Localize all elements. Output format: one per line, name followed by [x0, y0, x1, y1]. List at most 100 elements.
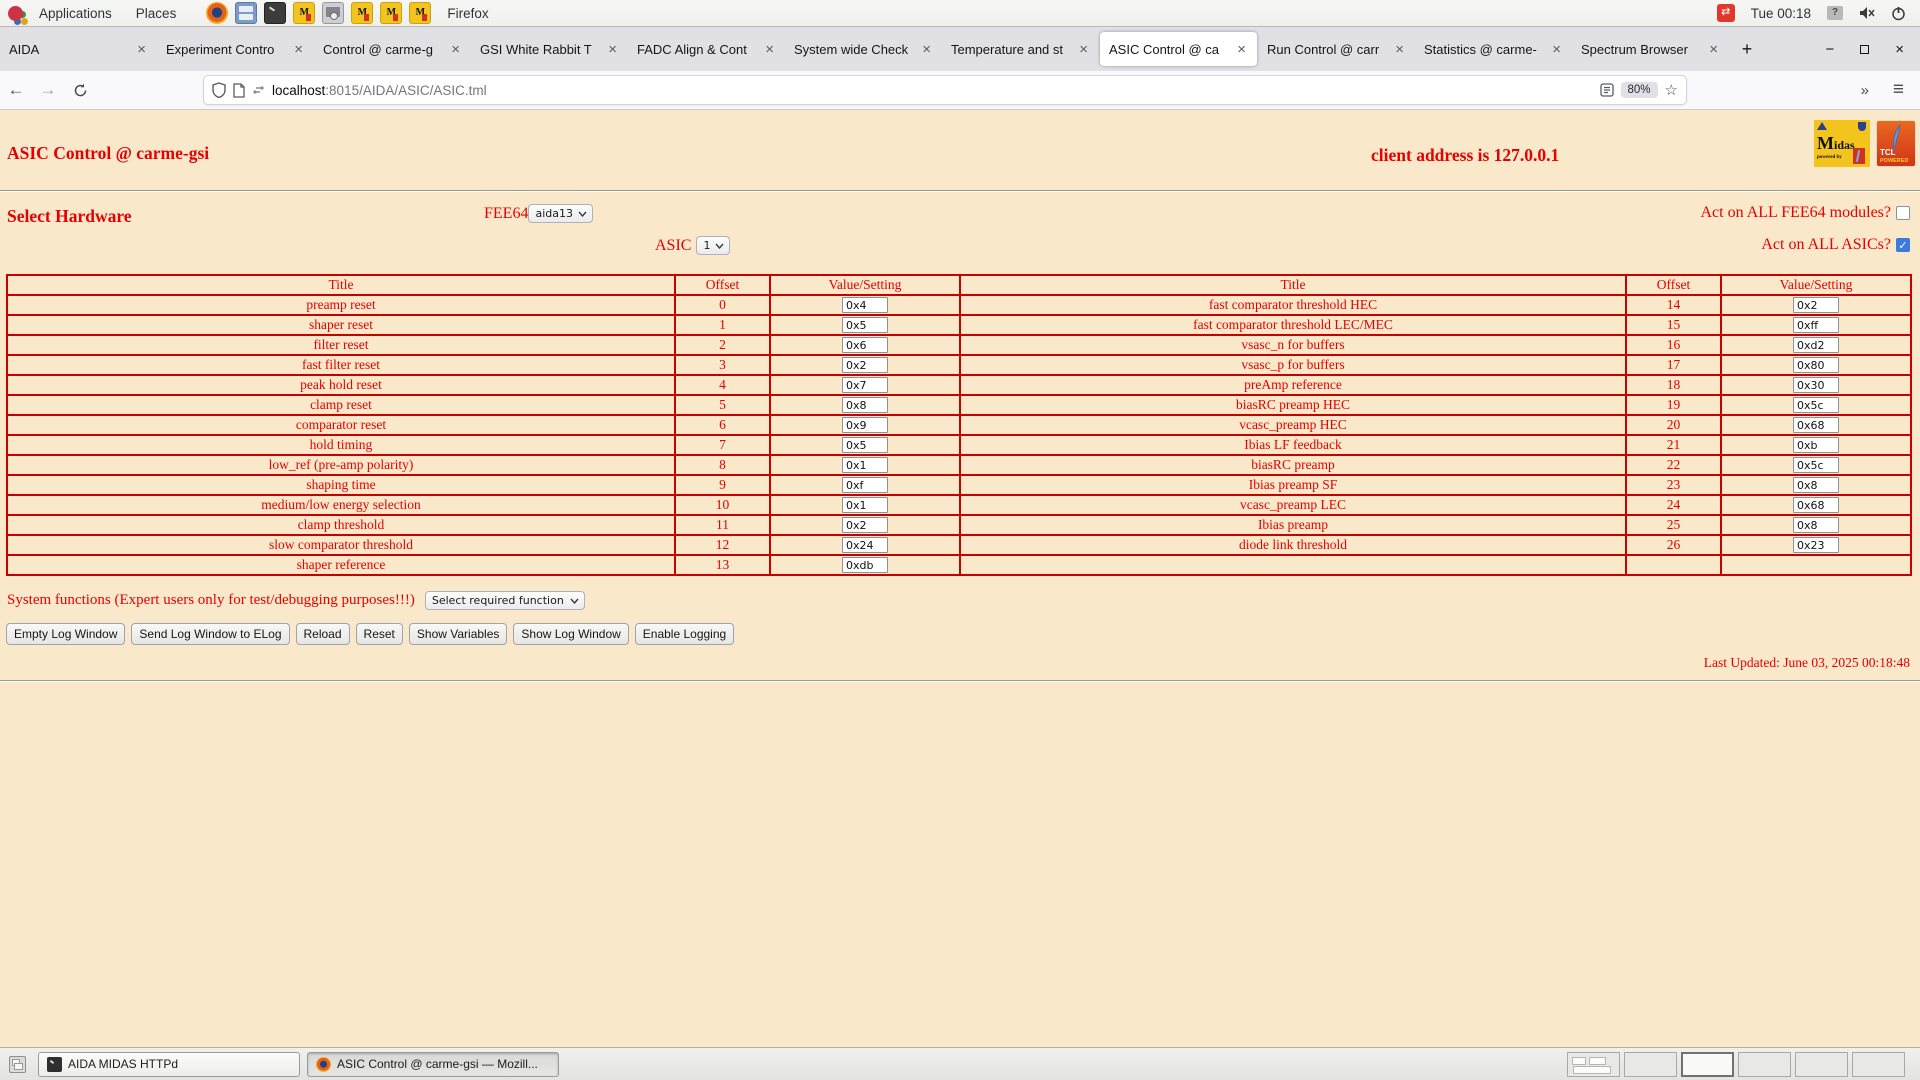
reader-view-icon[interactable] — [1600, 83, 1614, 97]
tab-asic-control-active[interactable]: ASIC Control @ ca × — [1100, 32, 1257, 66]
param-value-input[interactable] — [1793, 437, 1839, 453]
reload-page-button[interactable]: Reload — [296, 623, 350, 645]
clock[interactable]: Tue 00:18 — [1751, 6, 1811, 21]
taskbar-window-aida-midas-httpd[interactable]: AIDA MIDAS HTTPd — [38, 1052, 300, 1077]
workspace-3-current[interactable] — [1681, 1052, 1734, 1077]
workspace-1[interactable] — [1567, 1052, 1620, 1077]
asic-select[interactable]: 1 — [696, 236, 730, 255]
tab-gsi-white-rabbit[interactable]: GSI White Rabbit T × — [471, 27, 628, 71]
file-manager-launcher-icon[interactable] — [235, 2, 257, 24]
places-menu[interactable]: Places — [128, 6, 185, 21]
tab-control[interactable]: Control @ carme-g × — [314, 27, 471, 71]
tab-close-icon[interactable]: × — [1235, 41, 1248, 58]
param-value-input[interactable] — [1793, 457, 1839, 473]
act-on-all-fee64-checkbox[interactable] — [1896, 206, 1910, 220]
param-value-input[interactable] — [842, 517, 888, 533]
param-value-input[interactable] — [1793, 377, 1839, 393]
param-value-input[interactable] — [842, 337, 888, 353]
show-desktop-icon[interactable] — [9, 1056, 26, 1073]
taskbar-window-firefox[interactable]: ASIC Control @ carme-gsi — Mozill... — [307, 1052, 559, 1077]
param-value-input[interactable] — [842, 457, 888, 473]
site-permissions-icon[interactable] — [252, 84, 265, 96]
url-text[interactable]: localhost:8015/AIDA/ASIC/ASIC.tml — [272, 83, 1593, 98]
tab-close-icon[interactable]: × — [449, 41, 462, 58]
tab-fadc-align[interactable]: FADC Align & Cont × — [628, 27, 785, 71]
param-value-input[interactable] — [842, 377, 888, 393]
zoom-level-badge[interactable]: 80% — [1621, 82, 1658, 98]
tab-aida[interactable]: AIDA × — [0, 27, 157, 71]
tab-close-icon[interactable]: × — [1077, 41, 1090, 58]
param-value-input[interactable] — [842, 317, 888, 333]
enable-logging-button[interactable]: Enable Logging — [635, 623, 734, 645]
tab-system-wide-checks[interactable]: System wide Check × — [785, 27, 942, 71]
page-info-icon[interactable] — [233, 83, 245, 98]
forward-button[interactable]: → — [32, 80, 64, 100]
param-value-input[interactable] — [842, 397, 888, 413]
input-method-icon[interactable]: ? — [1827, 6, 1843, 20]
param-value-input[interactable] — [842, 437, 888, 453]
app-menu-icon[interactable]: ≡ — [1893, 79, 1904, 101]
midas-launcher-icon[interactable]: M — [351, 2, 373, 24]
back-button[interactable]: ← — [0, 80, 32, 100]
tab-close-icon[interactable]: × — [763, 41, 776, 58]
window-minimize-button[interactable]: − — [1825, 42, 1834, 57]
tab-close-icon[interactable]: × — [1550, 41, 1563, 58]
param-value-input[interactable] — [1793, 517, 1839, 533]
workspace-5[interactable] — [1795, 1052, 1848, 1077]
firefox-launcher-icon[interactable] — [206, 2, 228, 24]
terminal-launcher-icon[interactable] — [264, 2, 286, 24]
workspace-2[interactable] — [1624, 1052, 1677, 1077]
param-value-input[interactable] — [842, 537, 888, 553]
param-value-input[interactable] — [1793, 357, 1839, 373]
tab-run-control[interactable]: Run Control @ carr × — [1258, 27, 1415, 71]
workspace-6[interactable] — [1852, 1052, 1905, 1077]
toolbar-overflow-icon[interactable]: » — [1861, 82, 1869, 99]
tab-close-icon[interactable]: × — [606, 41, 619, 58]
workspace-4[interactable] — [1738, 1052, 1791, 1077]
new-tab-button[interactable]: + — [1729, 27, 1765, 71]
reset-button[interactable]: Reset — [356, 623, 403, 645]
applications-menu[interactable]: Applications — [31, 6, 120, 21]
tab-close-icon[interactable]: × — [292, 41, 305, 58]
param-value-input[interactable] — [1793, 337, 1839, 353]
tab-close-icon[interactable]: × — [1393, 41, 1406, 58]
reload-button[interactable] — [64, 83, 96, 98]
param-value-input[interactable] — [842, 357, 888, 373]
param-value-input[interactable] — [1793, 497, 1839, 513]
midas-launcher-icon[interactable]: M — [380, 2, 402, 24]
param-value-input[interactable] — [1793, 417, 1839, 433]
param-value-input[interactable] — [1793, 397, 1839, 413]
window-close-button[interactable]: × — [1895, 42, 1904, 57]
param-value-input[interactable] — [1793, 537, 1839, 553]
tab-close-icon[interactable]: × — [1707, 41, 1720, 58]
send-log-to-elog-button[interactable]: Send Log Window to ELog — [131, 623, 289, 645]
param-value-input[interactable] — [1793, 317, 1839, 333]
tab-spectrum-browser[interactable]: Spectrum Browser × — [1572, 27, 1729, 71]
midas-launcher-icon[interactable]: M — [409, 2, 431, 24]
midas-launcher-icon[interactable]: M — [293, 2, 315, 24]
tab-temperature[interactable]: Temperature and st × — [942, 27, 1099, 71]
volume-muted-icon[interactable] — [1859, 6, 1875, 20]
power-icon[interactable] — [1891, 6, 1906, 21]
bookmark-star-icon[interactable]: ☆ — [1665, 81, 1678, 99]
param-value-input[interactable] — [1793, 477, 1839, 493]
param-value-input[interactable] — [1793, 297, 1839, 313]
tab-close-icon[interactable]: × — [920, 41, 933, 58]
param-value-input[interactable] — [842, 477, 888, 493]
param-value-input[interactable] — [842, 497, 888, 513]
screen-capture-launcher-icon[interactable] — [322, 2, 344, 24]
param-value-input[interactable] — [842, 297, 888, 313]
window-maximize-button[interactable] — [1860, 45, 1869, 54]
tab-statistics[interactable]: Statistics @ carme- × — [1415, 27, 1572, 71]
param-value-input[interactable] — [842, 557, 888, 573]
screen-share-indicator-icon[interactable]: ⇄ — [1717, 4, 1735, 22]
url-bar[interactable]: localhost:8015/AIDA/ASIC/ASIC.tml 80% ☆ — [204, 76, 1686, 104]
param-value-input[interactable] — [842, 417, 888, 433]
show-log-window-button[interactable]: Show Log Window — [513, 623, 628, 645]
show-variables-button[interactable]: Show Variables — [409, 623, 508, 645]
fee64-select[interactable]: aida13 — [528, 204, 593, 223]
system-function-select[interactable]: Select required function — [425, 591, 585, 610]
tracking-protection-shield-icon[interactable] — [212, 82, 226, 98]
empty-log-window-button[interactable]: Empty Log Window — [6, 623, 125, 645]
tab-experiment-control[interactable]: Experiment Contro × — [157, 27, 314, 71]
